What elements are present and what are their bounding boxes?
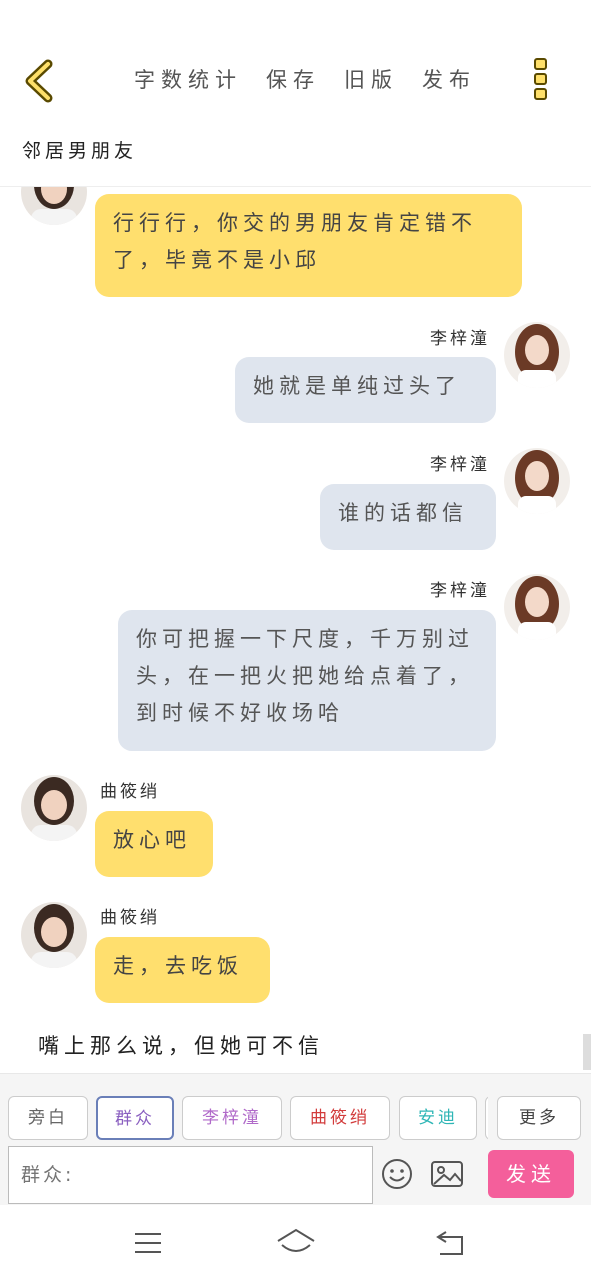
message-bubble: 她就是单纯过头了 [235,357,496,423]
chip-qu-xiaoxiao[interactable]: 曲筱绡 [290,1096,390,1140]
image-icon[interactable] [430,1160,464,1188]
message-bubble: 走，去吃饭 [95,937,270,1003]
more-roles-button[interactable]: 更多 [497,1096,581,1140]
chip-narration[interactable]: 旁白 [8,1096,88,1140]
speaker-name: 李梓潼 [430,329,490,349]
top-bar: 字数统计 保存 旧版 发布 邻居男朋友 [0,0,591,187]
message-bubble: 放心吧 [95,811,213,877]
avatar [21,187,87,225]
save-button[interactable]: 保存 [266,64,320,94]
emoji-icon[interactable] [381,1158,413,1190]
chip-andi[interactable]: 安迪 [399,1096,477,1140]
word-count-button[interactable]: 字数统计 [134,64,242,94]
page-title: 邻居男朋友 [22,140,138,162]
menu-icon[interactable] [132,1227,172,1259]
role-chip-row[interactable]: 旁白 群众 李梓潼 曲筱绡 安迪 [8,1096,488,1142]
chip-li-zitong[interactable]: 李梓潼 [182,1096,282,1140]
chip-crowd[interactable]: 群众 [96,1096,174,1140]
avatar [21,775,87,841]
scrollbar[interactable] [583,1034,591,1070]
compose-toolbar: 旁白 群众 李梓潼 曲筱绡 安迪 更多 发送 [0,1073,591,1205]
avatar [504,322,570,388]
home-icon[interactable] [276,1227,316,1259]
back-icon[interactable] [434,1227,474,1259]
old-version-button[interactable]: 旧版 [344,64,398,94]
speaker-name: 李梓潼 [430,581,490,601]
send-button[interactable]: 发送 [488,1150,574,1198]
draft-narration-text[interactable]: 嘴上那么说，但她可不信 [38,1030,324,1060]
message-input[interactable] [8,1146,373,1204]
more-menu-icon[interactable] [534,58,552,104]
back-chevron-icon[interactable] [22,58,62,104]
speaker-name: 李梓潼 [430,455,490,475]
system-nav-bar [0,1205,591,1280]
header-actions: 字数统计 保存 旧版 发布 [120,64,500,94]
message-bubble: 行行行，你交的男朋友肯定错不了，毕竟不是小邱 [95,194,522,297]
avatar [504,448,570,514]
speaker-name: 曲筱绡 [100,908,160,928]
speaker-name: 曲筱绡 [100,782,160,802]
avatar [21,902,87,968]
chip-partial[interactable] [485,1096,488,1140]
publish-button[interactable]: 发布 [422,64,476,94]
message-bubble: 谁的话都信 [320,484,496,550]
chat-area[interactable]: 行行行，你交的男朋友肯定错不了，毕竟不是小邱 李梓潼 她就是单纯过头了 李梓潼 … [0,187,591,1073]
message-bubble: 你可把握一下尺度，千万别过头，在一把火把她给点着了，到时候不好收场哈 [118,610,496,751]
avatar [504,574,570,640]
